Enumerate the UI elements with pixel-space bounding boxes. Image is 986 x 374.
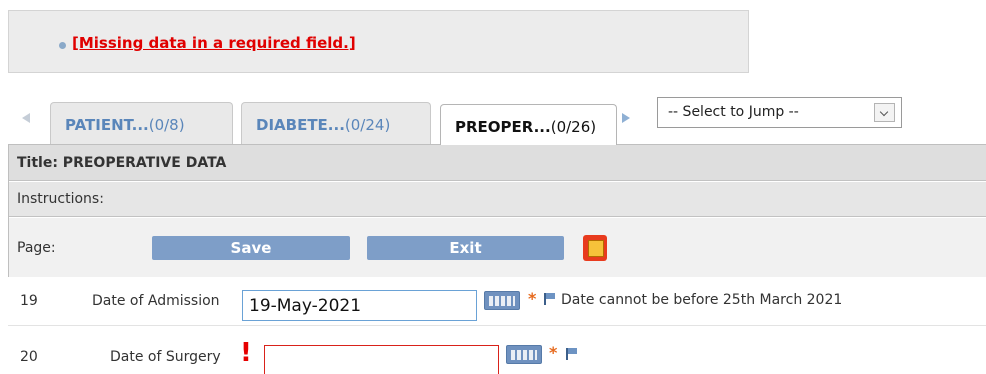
page-label: Page:	[17, 240, 56, 256]
exit-button[interactable]: Exit	[367, 236, 564, 260]
chevron-down-icon[interactable]	[874, 103, 895, 122]
tab-count: (0/8)	[148, 116, 185, 134]
date-of-admission-label: Date of Admission	[92, 293, 220, 309]
validation-error-box: [Missing data in a required field.]	[8, 10, 749, 73]
field-row-date-of-surgery: 20 Date of Surgery ! *	[8, 327, 986, 374]
tab-prev-arrow-icon[interactable]	[22, 113, 30, 123]
page-actions-row: Page: Save Exit	[9, 218, 986, 277]
tab-label: PREOPER...	[455, 118, 551, 136]
tab-count: (0/24)	[344, 116, 391, 134]
calendar-icon[interactable]	[484, 291, 520, 310]
flag-icon[interactable]	[544, 293, 556, 305]
jump-select[interactable]: -- Select to Jump --	[657, 97, 902, 128]
form-header-panel: Title: PREOPERATIVE DATA Instructions: P…	[8, 144, 986, 277]
form-title: Title: PREOPERATIVE DATA	[17, 155, 227, 171]
tab-patient[interactable]: PATIENT...(0/8)	[50, 102, 233, 144]
save-button[interactable]: Save	[152, 236, 350, 260]
bullet-icon	[59, 42, 66, 49]
tab-preoperative[interactable]: PREOPER...(0/26)	[440, 104, 617, 145]
field-row-date-of-admission: 19 Date of Admission * Date cannot be be…	[8, 278, 986, 326]
date-validation-hint: Date cannot be before 25th March 2021	[561, 292, 843, 308]
tab-label: DIABETE...	[256, 116, 345, 134]
jump-select-value: -- Select to Jump --	[668, 104, 799, 120]
tab-diabetes[interactable]: DIABETE...(0/24)	[241, 102, 431, 144]
required-star: *	[528, 289, 537, 308]
missing-data-error-link[interactable]: [Missing data in a required field.]	[72, 34, 356, 52]
date-of-admission-input[interactable]	[242, 290, 477, 321]
form-title-row: Title: PREOPERATIVE DATA	[9, 145, 986, 181]
instructions-label: Instructions:	[17, 191, 104, 207]
date-of-surgery-label: Date of Surgery	[110, 349, 221, 365]
error-exclamation-icon: !	[240, 338, 252, 368]
question-number: 19	[20, 293, 38, 309]
flag-icon[interactable]	[566, 348, 578, 360]
tab-next-arrow-icon[interactable]	[622, 113, 630, 123]
instructions-row: Instructions:	[9, 182, 986, 217]
required-star: *	[549, 343, 558, 362]
pdf-icon[interactable]	[583, 235, 607, 261]
question-number: 20	[20, 349, 38, 365]
tab-label: PATIENT...	[65, 116, 149, 134]
calendar-icon[interactable]	[506, 345, 542, 364]
tab-count: (0/26)	[550, 118, 597, 136]
date-of-surgery-input[interactable]	[264, 345, 499, 374]
